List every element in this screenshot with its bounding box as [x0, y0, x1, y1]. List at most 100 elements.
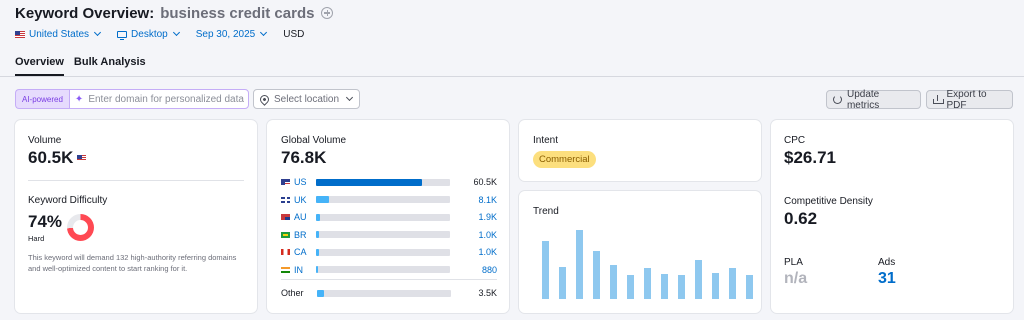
tab-bar: Overview Bulk Analysis — [15, 56, 146, 76]
flag-us-icon — [281, 179, 290, 185]
chevron-down-icon — [345, 93, 354, 102]
ads-label: Ads — [878, 257, 896, 268]
other-volume-row: Other 3.5K — [281, 287, 497, 299]
volume-bar — [317, 289, 451, 297]
other-label: Other — [281, 288, 304, 298]
chevron-down-icon — [172, 28, 180, 37]
country-volume-value[interactable]: 880 — [482, 265, 497, 275]
country-volume-value[interactable]: 1.0K — [478, 247, 497, 257]
country-volume-row: BR 1.0K — [281, 229, 497, 241]
trend-label: Trend — [533, 206, 559, 217]
trend-bar — [746, 275, 753, 299]
flag-au-icon — [281, 214, 290, 220]
trend-card: Trend — [519, 191, 761, 313]
keyword-title: business credit cards — [160, 4, 315, 22]
refresh-icon — [833, 95, 842, 104]
volume-bar — [316, 196, 450, 203]
device-label: Desktop — [131, 28, 168, 40]
volume-bar — [316, 213, 450, 221]
global-volume-value: 76.8K — [281, 148, 327, 167]
cpc-label: CPC — [784, 135, 806, 146]
export-icon — [933, 95, 944, 104]
kd-description: This keyword will demand 132 high-author… — [28, 253, 237, 273]
add-keyword-icon[interactable] — [321, 7, 334, 19]
volume-bar-fill — [316, 178, 422, 186]
pla-label: PLA — [784, 257, 803, 268]
update-metrics-label: Update metrics — [846, 88, 880, 111]
country-volume-value: 60.5K — [473, 177, 497, 187]
kd-level: Hard — [28, 234, 45, 243]
location-placeholder: Select location — [274, 93, 340, 105]
trend-bar — [695, 259, 702, 299]
volume-value-row: 60.5K — [28, 148, 87, 168]
flag-ca-icon — [281, 249, 290, 255]
location-pin-icon — [258, 92, 271, 106]
country-volume-value[interactable]: 1.0K — [478, 230, 497, 240]
country-code[interactable]: CA — [294, 247, 316, 257]
competitive-density-label: Competitive Density — [784, 196, 873, 207]
country-volume-row: UK 8.1K — [281, 194, 497, 206]
country-code[interactable]: UK — [294, 195, 316, 205]
export-pdf-button[interactable]: Export to PDF — [926, 88, 1013, 111]
country-volume-value[interactable]: 8.1K — [478, 195, 497, 205]
kd-label: Keyword Difficulty — [28, 195, 108, 206]
us-flag-icon — [15, 30, 25, 38]
location-select[interactable]: Select location — [253, 89, 360, 109]
country-volume-value[interactable]: 1.9K — [478, 212, 497, 222]
other-volume-value: 3.5K — [478, 288, 497, 298]
trend-bar — [542, 241, 549, 299]
trend-bar — [559, 267, 566, 299]
date-filter[interactable]: Sep 30, 2025 — [196, 28, 268, 40]
volume-bar — [316, 178, 450, 186]
trend-bar — [610, 264, 617, 299]
domain-input[interactable]: ✦ Enter domain for personalized data — [68, 89, 249, 109]
us-flag-icon — [77, 155, 87, 161]
cpc-value: $26.71 — [784, 148, 836, 167]
country-volume-row: CA 1.0K — [281, 246, 497, 258]
flag-uk-icon — [281, 196, 290, 203]
intent-badge: Commercial — [533, 151, 596, 168]
volume-bar — [316, 248, 450, 256]
trend-bar — [644, 267, 651, 299]
page-header: Keyword Overview: business credit cards — [15, 4, 334, 22]
trend-bar — [576, 230, 583, 299]
global-volume-label: Global Volume — [281, 135, 347, 146]
country-code[interactable]: US — [294, 177, 316, 187]
country-code[interactable]: BR — [294, 230, 316, 240]
country-volume-row: US 60.5K — [281, 176, 497, 188]
tab-bulk-analysis[interactable]: Bulk Analysis — [74, 56, 146, 76]
tab-overview[interactable]: Overview — [15, 56, 64, 76]
volume-bar-fill — [316, 196, 330, 203]
volume-value: 60.5K — [28, 148, 74, 167]
flag-in-icon — [281, 266, 290, 273]
country-code[interactable]: IN — [294, 265, 316, 275]
trend-bar — [678, 275, 685, 299]
tabs-divider — [0, 76, 1024, 77]
country-code[interactable]: AU — [294, 212, 316, 222]
competitive-density-value: 0.62 — [784, 209, 818, 228]
volume-bar-fill — [316, 266, 318, 273]
volume-bar-fill — [316, 213, 321, 221]
ai-domain-group: AI-powered ✦ Enter domain for personaliz… — [15, 89, 249, 109]
country-label: United States — [29, 28, 90, 40]
intent-card: Intent Commercial — [519, 120, 761, 181]
chevron-down-icon — [94, 28, 102, 37]
desktop-icon — [117, 30, 128, 40]
global-volume-card: Global Volume 76.8K US 60.5K UK 8.1K AU 1.9K B… — [267, 120, 509, 313]
country-volume-row: AU 1.9K — [281, 211, 497, 223]
chevron-down-icon — [260, 28, 268, 37]
country-volume-row: IN 880 — [281, 264, 497, 276]
volume-card: Volume 60.5K Keyword Difficulty 74% Hard… — [15, 120, 257, 313]
device-filter[interactable]: Desktop — [117, 28, 180, 40]
pla-value: n/a — [784, 270, 808, 287]
cpc-card: CPC $26.71 Competitive Density 0.62 PLA … — [771, 120, 1013, 313]
trend-bar — [661, 274, 668, 299]
country-filter[interactable]: United States — [15, 28, 102, 40]
update-metrics-button[interactable]: Update metrics — [826, 88, 921, 111]
export-pdf-label: Export to PDF — [946, 88, 987, 111]
trend-bar — [712, 273, 719, 299]
global-volume-divider — [281, 279, 497, 280]
ads-value: 31 — [878, 270, 896, 287]
kd-donut-chart — [67, 214, 94, 241]
volume-label: Volume — [28, 135, 62, 146]
